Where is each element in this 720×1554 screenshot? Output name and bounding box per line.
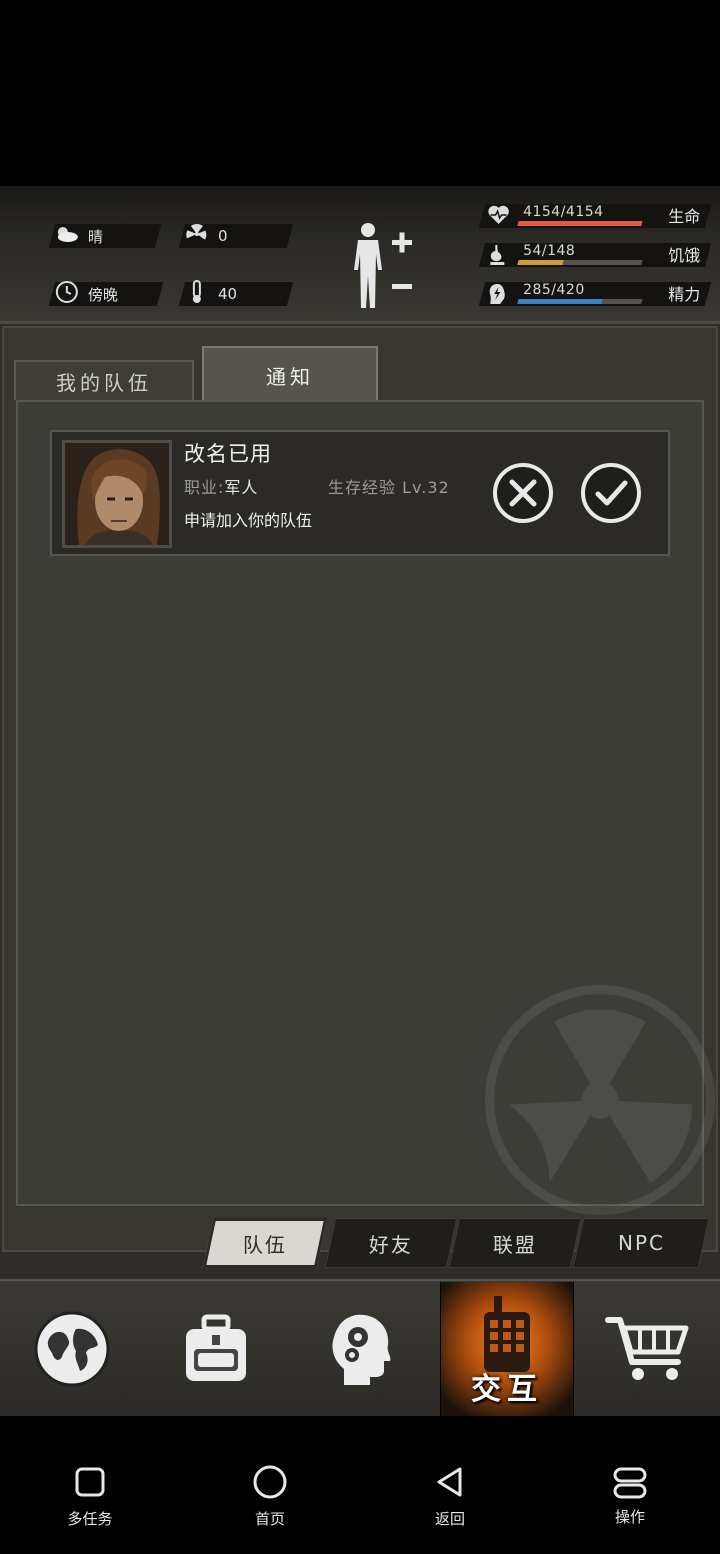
player-avatar[interactable] (62, 440, 172, 548)
heart-icon (488, 205, 510, 230)
temperature-value: 40 (218, 285, 238, 303)
stat-bar-fill (517, 260, 564, 265)
radiation-watermark-icon (485, 985, 715, 1215)
request-text: 申请加入你的队伍 (184, 511, 313, 530)
energy-name: 精力 (668, 285, 701, 304)
interaction-label: 交互 (471, 1372, 543, 1407)
radiation-icon (182, 223, 212, 249)
hunger-name: 饥饿 (668, 246, 701, 265)
home-label: 首页 (254, 1510, 285, 1528)
weather-cloud-icon (52, 225, 82, 248)
health-stat: 4154/4154 生命 (478, 204, 712, 230)
radiation-pill: 0 (178, 223, 294, 249)
accept-button[interactable] (580, 462, 642, 524)
toggle-icon (613, 1467, 647, 1499)
hunger-stat: 54/148 饥饿 (478, 243, 712, 267)
energy-icon (487, 283, 507, 310)
health-value: 4154/4154 (523, 204, 604, 220)
health-bar (517, 221, 643, 226)
stat-bar-fill (517, 299, 603, 304)
backpack-button[interactable] (146, 1282, 286, 1416)
temperature-pill: 40 (178, 279, 294, 309)
backpack-icon (186, 1314, 246, 1381)
weather-label: 晴 (88, 227, 104, 246)
radiation-value: 0 (218, 227, 228, 245)
multitask-button[interactable]: 多任务 (30, 1466, 150, 1529)
shop-button[interactable] (578, 1282, 718, 1416)
tab-notice[interactable]: 通知 (202, 346, 378, 402)
home-button[interactable]: 首页 (210, 1465, 330, 1529)
tab-my-team[interactable]: 我的队伍 (14, 360, 194, 400)
weather-pill: 晴 (48, 224, 162, 248)
subtab-npc[interactable]: NPC (572, 1218, 710, 1268)
health-name: 生命 (668, 207, 701, 226)
body-status-button[interactable] (348, 220, 428, 310)
shopping-cart-icon (605, 1317, 689, 1380)
globe-icon (34, 1311, 110, 1387)
stomach-icon (487, 244, 507, 271)
back-label: 返回 (434, 1510, 465, 1528)
square-icon (75, 1467, 105, 1497)
energy-bar (517, 299, 643, 304)
player-experience: 生存经验 Lv.32 (328, 474, 450, 498)
multitask-label: 多任务 (67, 1510, 113, 1528)
stat-bar-fill (517, 221, 643, 226)
operate-label: 操作 (614, 1508, 645, 1526)
player-job: 职业:军人 (184, 474, 258, 498)
player-level: Lv.32 (402, 478, 450, 497)
hunger-bar (517, 260, 643, 265)
job-label: 职业: (184, 478, 225, 497)
back-triangle-icon (437, 1467, 462, 1497)
time-pill: 傍晚 (48, 280, 164, 309)
world-map-button[interactable] (2, 1282, 142, 1416)
exp-label: 生存经验 (328, 478, 397, 497)
back-button[interactable]: 返回 (390, 1466, 510, 1529)
subtab-friends[interactable]: 好友 (324, 1218, 458, 1268)
walkie-talkie-icon (484, 1296, 530, 1372)
clock-icon (52, 280, 82, 309)
subtab-alliance[interactable]: 联盟 (448, 1218, 582, 1268)
reject-button[interactable] (492, 462, 554, 524)
head-gears-icon (332, 1314, 391, 1385)
player-name: 改名已用 (184, 442, 272, 466)
human-body-icon (354, 223, 412, 308)
time-label: 傍晚 (88, 285, 119, 304)
subtab-team[interactable]: 队伍 (202, 1218, 328, 1268)
energy-stat: 285/420 精力 (478, 282, 712, 306)
operate-button[interactable]: 操作 (570, 1466, 690, 1527)
interaction-button[interactable]: 交互 (440, 1282, 574, 1416)
skills-button[interactable] (292, 1282, 432, 1416)
energy-value: 285/420 (523, 282, 585, 298)
hunger-value: 54/148 (523, 243, 576, 259)
thermometer-icon (182, 279, 212, 309)
circle-icon (253, 1465, 287, 1499)
status-bar-area (0, 0, 720, 186)
job-value: 军人 (224, 478, 259, 497)
